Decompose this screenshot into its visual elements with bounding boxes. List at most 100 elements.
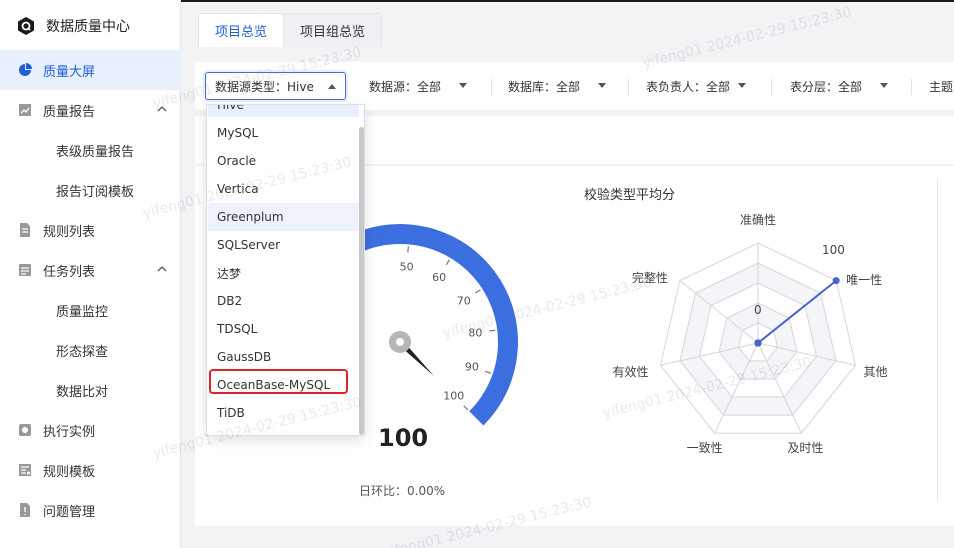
sidebar-item-label: 质量大屏 (43, 64, 96, 80)
dropdown-option[interactable]: Oracle (208, 147, 359, 175)
chevron-down-icon (459, 83, 468, 88)
option-label: DB2 (217, 294, 243, 308)
radar-axis-label: 一致性 (686, 441, 723, 456)
option-label: SQLServer (217, 238, 281, 252)
issue-icon (20, 503, 30, 517)
layer-value: 表分层：全部 (790, 79, 863, 94)
chevron-up-icon (327, 84, 336, 89)
divider (937, 178, 938, 502)
filter-bar: 数据源类型：Hive 数据源：全部 数据库：全部 表负责人：全部 表分层：全部 … (195, 62, 954, 110)
radar-title: 校验类型平均分 (584, 188, 676, 203)
sidebar-item-rule-list[interactable]: 规则列表 (0, 210, 181, 250)
radar-axis-label: 唯一性 (846, 272, 883, 287)
dropdown-option[interactable]: Vertica (208, 175, 359, 203)
radar-axis-label: 其他 (863, 365, 888, 380)
sidebar-item-issue-manage[interactable]: 问题管理 (0, 490, 181, 530)
theme-value: 主题 (929, 79, 954, 94)
radar-axis-label: 准确性 (740, 213, 777, 227)
sidebar-item-label: 问题管理 (43, 504, 96, 520)
option-label: Vertica (217, 182, 259, 196)
sidebar-item-exec-instance[interactable]: 执行实例 (0, 410, 181, 450)
tab-label: 项目组总览 (300, 25, 366, 40)
sidebar-item-label: 质量报告 (43, 104, 96, 120)
dropdown-option[interactable]: Greenplum (208, 203, 359, 231)
sidebar-item-quality-monitor[interactable]: 质量监控 (0, 290, 181, 330)
option-label: MySQL (217, 126, 259, 140)
sidebar: 数据质量中心 质量大屏 质量报告 表级质量报告 报告订阅模板 规则列表 任务列表… (0, 0, 181, 548)
sidebar-item-data-compare[interactable]: 数据比对 (0, 370, 181, 410)
radar-axis-label: 及时性 (787, 441, 824, 456)
divider (911, 79, 912, 95)
highlight-box (209, 369, 348, 394)
template-icon (19, 464, 31, 476)
sidebar-item-rule-template[interactable]: 规则模板 (0, 450, 181, 490)
task-icon (19, 264, 31, 276)
sidebar-item-label: 质量监控 (56, 304, 109, 320)
sidebar-item-label: 执行实例 (43, 424, 96, 440)
radar-axis-label: 完整性 (631, 270, 668, 285)
owner-value: 表负责人：全部 (646, 79, 731, 94)
app-title: 数据质量中心 (46, 19, 130, 35)
sidebar-item-task-list[interactable]: 任务列表 (0, 250, 181, 290)
day-ratio: 日环比：0.00% (359, 484, 446, 498)
radar-scale-max: 100 (822, 243, 845, 257)
sidebar-item-label: 规则列表 (43, 224, 96, 240)
chevron-up-icon (157, 266, 167, 272)
logo-icon (18, 17, 34, 35)
option-label: Greenplum (217, 210, 284, 224)
sidebar-item-shape-explore[interactable]: 形态探查 (0, 330, 181, 370)
chevron-down-icon (880, 83, 889, 88)
option-label: TiDB (217, 406, 245, 420)
option-label: 达梦 (217, 266, 242, 281)
option-label: Hive (217, 104, 244, 112)
sidebar-item-label: 规则模板 (43, 464, 96, 480)
divider (491, 79, 492, 95)
sidebar-item-label: 数据比对 (56, 384, 109, 400)
owner-select[interactable]: 表负责人：全部 (646, 72, 747, 100)
option-label: TDSQL (217, 322, 258, 336)
pie-chart-icon (19, 63, 32, 76)
sidebar-item-label: 表级质量报告 (56, 144, 135, 160)
divider (628, 79, 629, 95)
chevron-down-icon (738, 83, 747, 88)
source-value: 数据源：全部 (369, 79, 442, 94)
dropdown-scrollbar[interactable] (359, 127, 364, 435)
document-icon (20, 223, 30, 237)
dropdown-option[interactable]: MySQL (208, 119, 359, 147)
source-select[interactable]: 数据源：全部 (369, 72, 468, 100)
tab-project-overview[interactable]: 项目总览 (198, 13, 285, 47)
dropdown-option[interactable]: TiDB (208, 399, 359, 427)
database-value: 数据库：全部 (508, 79, 581, 94)
sidebar-item-label: 报告订阅模板 (56, 184, 135, 200)
chevron-up-icon (157, 106, 167, 112)
app-brand[interactable]: 数据质量中心 (0, 0, 180, 52)
sidebar-item-label: 形态探查 (56, 344, 109, 360)
dropdown-option[interactable]: DB2 (208, 287, 359, 315)
divider (771, 79, 772, 95)
tab-project-group-overview[interactable]: 项目组总览 (283, 13, 383, 47)
sidebar-item-quality-screen[interactable]: 质量大屏 (0, 50, 181, 90)
dropdown-option[interactable]: GaussDB (208, 343, 359, 371)
instance-icon (19, 424, 31, 436)
sidebar-item-quality-report[interactable]: 质量报告 (0, 90, 181, 130)
gauge-value: 100 (378, 424, 429, 452)
tab-label: 项目总览 (215, 25, 268, 40)
dropdown-option-hive[interactable]: Hive (208, 104, 359, 117)
radar-scale-min: 0 (754, 303, 762, 317)
sidebar-item-table-report[interactable]: 表级质量报告 (0, 130, 181, 170)
dropdown-option[interactable]: SQLServer (208, 231, 359, 259)
theme-select[interactable]: 主题 (929, 72, 953, 100)
database-select[interactable]: 数据库：全部 (508, 72, 607, 100)
source-type-select[interactable]: 数据源类型：Hive (205, 72, 346, 100)
option-label: Oracle (217, 154, 257, 168)
sidebar-item-label: 任务列表 (43, 264, 96, 280)
sidebar-item-report-template[interactable]: 报告订阅模板 (0, 170, 181, 210)
radar-axis-label: 有效性 (612, 365, 649, 380)
tab-bar: 项目总览 项目组总览 (181, 2, 954, 48)
dropdown-option[interactable]: TDSQL (208, 315, 359, 343)
option-label: GaussDB (217, 350, 272, 364)
layer-select[interactable]: 表分层：全部 (790, 72, 889, 100)
source-type-value: 数据源类型：Hive (215, 79, 314, 94)
chevron-down-icon (598, 83, 607, 88)
dropdown-option[interactable]: 达梦 (208, 259, 359, 287)
